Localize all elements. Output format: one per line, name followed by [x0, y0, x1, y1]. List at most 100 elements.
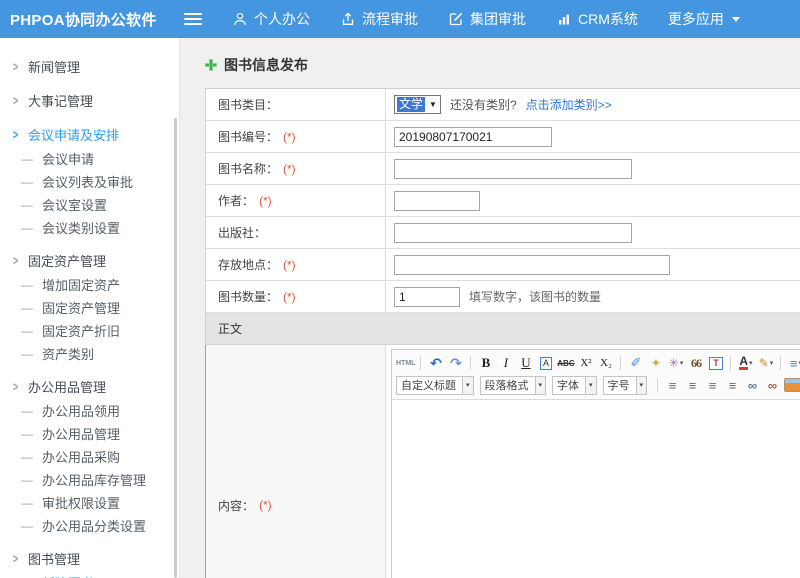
- toolbar-separator: [420, 356, 421, 370]
- sidebar-item-大事记管理[interactable]: >大事记管理: [0, 87, 179, 114]
- sidebar-item-审批权限设置[interactable]: —审批权限设置: [0, 492, 179, 515]
- sidebar-item-会议类别设置[interactable]: —会议类别设置: [0, 217, 179, 240]
- italic-icon[interactable]: I: [496, 354, 515, 373]
- nav-crm[interactable]: CRM系统: [556, 9, 638, 29]
- sidebar-item-资产类别[interactable]: —资产类别: [0, 343, 179, 366]
- undo-icon[interactable]: ↶: [426, 354, 445, 373]
- html-source-icon[interactable]: HTML: [396, 354, 415, 373]
- sidebar-item-新建图书[interactable]: —新建图书: [0, 572, 179, 578]
- sidebar-item-label: 增加固定资产: [42, 278, 120, 293]
- paste-word-glyph: T: [709, 357, 723, 370]
- app-logo[interactable]: PHPOA协同办公软件: [0, 9, 172, 30]
- content-label-cell: 内容： (*): [206, 345, 386, 578]
- dash-icon: —: [21, 404, 33, 419]
- sidebar-item-办公用品领用[interactable]: —办公用品领用: [0, 400, 179, 423]
- blockquote-icon[interactable]: 66: [686, 354, 705, 373]
- sidebar-item-会议列表及审批[interactable]: —会议列表及审批: [0, 171, 179, 194]
- editor-body[interactable]: [392, 400, 800, 578]
- sidebar-item-办公用品分类设置[interactable]: —办公用品分类设置: [0, 515, 179, 538]
- font-size-select[interactable]: 字号▾: [603, 376, 648, 395]
- nav-label: 流程审批: [362, 9, 418, 29]
- hamburger-menu-icon[interactable]: [184, 13, 202, 25]
- field-label-cell: 图书类目：: [206, 89, 386, 120]
- custom-title-select[interactable]: 自定义标题▾: [396, 376, 474, 395]
- field-label-cell: 出版社：: [206, 217, 386, 248]
- format-brush-icon[interactable]: ✦: [646, 354, 665, 373]
- plus-icon: [205, 59, 217, 71]
- underline-icon[interactable]: U: [516, 354, 535, 373]
- dash-icon: —: [21, 324, 33, 339]
- sidebar-item-会议室设置[interactable]: —会议室设置: [0, 194, 179, 217]
- form-row: 作者：(*): [206, 185, 800, 217]
- quantity-input[interactable]: [394, 287, 460, 307]
- form-row: 图书数量：(*)填写数字，该图书的数量: [206, 281, 800, 313]
- bold-icon[interactable]: B: [476, 354, 495, 373]
- book-code-input[interactable]: [394, 127, 552, 147]
- blockquote-glyph: 66: [691, 356, 701, 371]
- ordered-list-icon[interactable]: ≡▾: [786, 354, 800, 373]
- section-bar: 正文: [206, 313, 800, 345]
- chevron-right-icon: >: [13, 128, 18, 144]
- auto-typeset-icon[interactable]: ✳▾: [666, 354, 685, 373]
- sidebar-item-固定资产折旧[interactable]: —固定资产折旧: [0, 320, 179, 343]
- sidebar-item-新闻管理[interactable]: >新闻管理: [0, 53, 179, 80]
- selected-option: 文学: [397, 97, 425, 112]
- sidebar-item-label: 新闻管理: [28, 60, 80, 75]
- superscript-icon[interactable]: X²: [576, 354, 595, 373]
- sidebar-item-label: 会议类别设置: [42, 221, 120, 236]
- author-input[interactable]: [394, 191, 480, 211]
- align-right-glyph: ≡: [709, 378, 717, 393]
- sidebar-item-会议申请及安排[interactable]: >会议申请及安排: [0, 121, 179, 148]
- sidebar-item-增加固定资产[interactable]: —增加固定资产: [0, 274, 179, 297]
- chevron-right-icon: >: [13, 552, 18, 568]
- sidebar-item-固定资产管理[interactable]: —固定资产管理: [0, 297, 179, 320]
- sidebar-item-图书管理[interactable]: > 图书管理: [0, 545, 179, 572]
- eraser-icon[interactable]: ✐: [626, 354, 645, 373]
- required-mark: (*): [283, 258, 296, 272]
- sidebar-item-办公用品管理[interactable]: >办公用品管理: [0, 373, 179, 400]
- align-center-icon[interactable]: ≡: [683, 376, 702, 395]
- unlink-icon[interactable]: ∞: [763, 376, 782, 395]
- font-color-icon[interactable]: A▾: [736, 354, 755, 373]
- highlight-color-icon[interactable]: ✎▾: [756, 354, 775, 373]
- sidebar-item-办公用品库存管理[interactable]: —办公用品库存管理: [0, 469, 179, 492]
- paste-word-icon[interactable]: T: [706, 354, 725, 373]
- sidebar-item-会议申请[interactable]: —会议申请: [0, 148, 179, 171]
- sidebar: >新闻管理>大事记管理>会议申请及安排—会议申请—会议列表及审批—会议室设置—会…: [0, 38, 180, 578]
- dash-icon: —: [21, 347, 33, 362]
- publisher-input[interactable]: [394, 223, 632, 243]
- add-category-link[interactable]: 点击添加类别>>: [526, 96, 612, 113]
- book-name-input[interactable]: [394, 159, 632, 179]
- nav-group-approval[interactable]: 集团审批: [448, 9, 526, 29]
- insert-image-glyph: [784, 378, 800, 392]
- nav-personal-office[interactable]: 个人办公: [232, 9, 310, 29]
- sidebar-scrollbar[interactable]: [174, 118, 177, 578]
- field-value-cell: [386, 249, 800, 280]
- field-label-cell: 作者：(*): [206, 185, 386, 216]
- strikethrough-icon[interactable]: ABC: [556, 354, 575, 373]
- link-icon[interactable]: ∞: [743, 376, 762, 395]
- nav-more-apps[interactable]: 更多应用: [668, 9, 740, 29]
- nav-label: 个人办公: [254, 9, 310, 29]
- field-value-cell: [386, 121, 800, 152]
- subscript-icon[interactable]: X₂: [596, 354, 615, 373]
- form-row: 图书编号：(*): [206, 121, 800, 153]
- font-border-icon[interactable]: A: [536, 354, 555, 373]
- caret-down-icon: ▾: [462, 377, 473, 394]
- field-value-cell: 填写数字，该图书的数量: [386, 281, 800, 312]
- select-label: 段落格式: [481, 377, 535, 393]
- redo-icon[interactable]: ↷: [446, 354, 465, 373]
- sidebar-item-办公用品采购[interactable]: —办公用品采购: [0, 446, 179, 469]
- sidebar-item-固定资产管理[interactable]: >固定资产管理: [0, 247, 179, 274]
- location-input[interactable]: [394, 255, 670, 275]
- align-left-icon[interactable]: ≡: [663, 376, 682, 395]
- nav-workflow-approval[interactable]: 流程审批: [340, 9, 418, 29]
- sidebar-item-办公用品管理[interactable]: —办公用品管理: [0, 423, 179, 446]
- align-justify-icon[interactable]: ≡: [723, 376, 742, 395]
- align-right-icon[interactable]: ≡: [703, 376, 722, 395]
- insert-image-icon[interactable]: [783, 376, 800, 395]
- font-family-select[interactable]: 字体▾: [552, 376, 597, 395]
- book-category-select[interactable]: 文学▼: [394, 95, 441, 114]
- sidebar-item-label: 图书管理: [28, 552, 80, 567]
- paragraph-format-select[interactable]: 段落格式▾: [480, 376, 547, 395]
